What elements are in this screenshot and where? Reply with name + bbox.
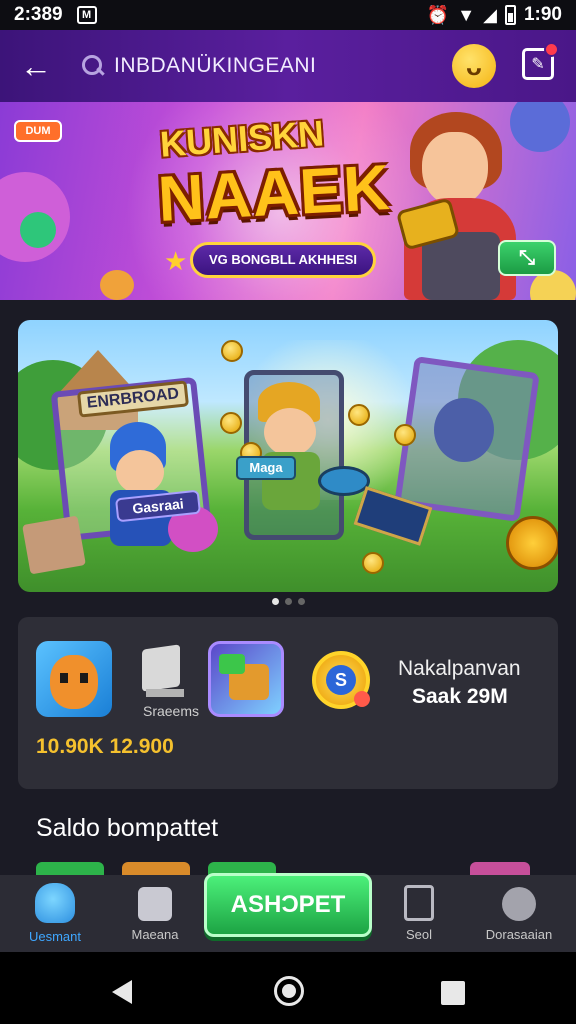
carousel-dot[interactable] <box>284 598 292 605</box>
alarm-icon: ⏰ <box>426 4 450 25</box>
battery-icon <box>504 5 516 25</box>
main-cta-button[interactable]: ASHƆPET <box>204 873 372 937</box>
nav-label: Uesmant <box>28 929 82 944</box>
s-letter-icon: S <box>326 665 356 695</box>
center-character-face <box>264 408 316 456</box>
game-icon-badge[interactable]: S <box>306 645 376 715</box>
section-title: Saldo bompattet <box>36 814 219 842</box>
coin-icon <box>348 404 370 426</box>
game-icon-fox[interactable] <box>36 641 112 717</box>
top-app-bar: ← INBDANÜKINGEANI ᴗ ✎ <box>0 30 576 102</box>
hero-monster-icon <box>20 212 56 248</box>
hero-decor-blob <box>510 102 570 152</box>
hero-subtitle: VG BONGBLL AKHHESI <box>190 242 376 278</box>
tile-icon <box>142 644 180 692</box>
hero-character-face <box>422 132 488 206</box>
card-right-creature <box>434 398 494 462</box>
smiley-icon: ᴗ <box>466 50 482 81</box>
arrow-left-icon: ← <box>20 47 52 84</box>
hero-play-button[interactable]: ⤡ <box>498 240 556 276</box>
hero-tag: DUM <box>14 120 62 142</box>
nav-label: Dorasaaian <box>485 927 553 942</box>
status-bar: 2:389 M ⏰ ▼ ◢ 1:90 <box>0 0 576 30</box>
carousel-dot[interactable] <box>271 598 279 605</box>
status-clock-right: 1:90 <box>523 4 562 25</box>
search-input[interactable]: INBDANÜKINGEANI <box>82 44 352 88</box>
nav-label: Maeana <box>131 927 179 942</box>
mini-badge-icon <box>354 691 370 707</box>
search-query: INBDANÜKINGEANI <box>114 54 317 77</box>
robot-icon <box>502 887 536 921</box>
monster-icon <box>35 883 75 923</box>
edit-icon: ✎ <box>531 56 545 73</box>
nav-item-home[interactable]: Uesmant <box>0 883 110 947</box>
profile-button[interactable]: ᴗ <box>452 44 496 88</box>
system-back-icon[interactable] <box>112 980 132 1004</box>
signal-icon: ◢ <box>483 4 497 25</box>
panel-price: 10.90K 12.900 <box>36 735 174 758</box>
coin-icon <box>394 424 416 446</box>
notifications-button[interactable]: ✎ <box>522 42 559 80</box>
notification-icon: M <box>76 6 97 24</box>
game-icon-blocks[interactable] <box>208 641 284 717</box>
coin-icon <box>220 412 242 434</box>
featured-carousel[interactable]: ENRBROAD Gasraai Maga <box>18 320 558 592</box>
search-icon <box>82 55 104 77</box>
hero-logo-line2: NAAEK <box>156 150 393 236</box>
block-icon-green <box>219 654 245 674</box>
back-button[interactable]: ← <box>10 40 62 92</box>
nav-item-profile[interactable]: Dorasaaian <box>464 883 574 947</box>
card-left-face <box>116 450 164 494</box>
center-sign: Maga <box>236 456 296 480</box>
hero-critter-icon <box>100 270 134 300</box>
cat-icon <box>138 887 172 921</box>
wifi-icon: ▼ <box>457 4 476 25</box>
system-recents-icon[interactable] <box>441 981 465 1005</box>
status-time: 2:389 <box>14 4 63 25</box>
nav-item-games[interactable]: Maeana <box>100 883 210 947</box>
coin-icon <box>221 340 243 362</box>
carousel-dot[interactable] <box>297 598 305 605</box>
star-icon: ★ <box>164 246 188 276</box>
carousel-crate <box>22 515 86 575</box>
shield-icon <box>404 885 434 921</box>
nav-item-shield[interactable]: Seol <box>364 883 474 947</box>
coin-icon <box>362 552 384 574</box>
game-icon-tile-label: Sraeems <box>142 703 200 719</box>
system-home-icon[interactable] <box>274 976 304 1006</box>
carousel-indicator <box>0 598 576 605</box>
center-character-disc <box>318 466 370 496</box>
tile-base <box>146 689 184 697</box>
system-navigation-bar <box>0 952 576 1024</box>
panel-subtitle: Saak 29M <box>412 685 508 708</box>
carousel-big-coin <box>506 516 558 570</box>
status-icons: ⏰ ▼ ◢ 1:90 <box>427 4 562 26</box>
panel-title: Nakalpanvan <box>398 657 521 680</box>
expand-icon: ⤡ <box>519 246 535 269</box>
nav-label: Seol <box>405 927 433 942</box>
notification-badge <box>544 42 559 57</box>
fox-eyes <box>60 673 88 683</box>
games-panel: Sraeems S Nakalpanvan Saak 29M 10.90K 12… <box>18 617 558 789</box>
